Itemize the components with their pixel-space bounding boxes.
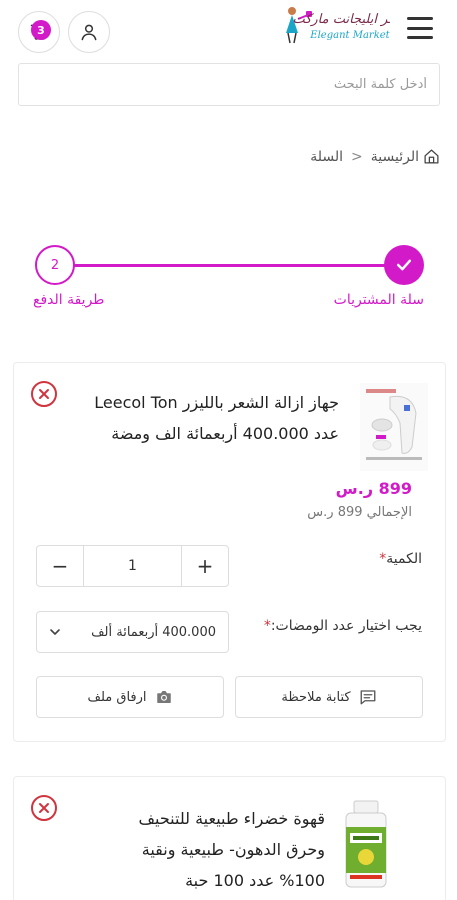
step-2-circle[interactable]: 2 [35,245,75,285]
quantity-label: الكمية* [379,551,422,567]
home-icon [424,149,439,164]
breadcrumb-current: السلة [310,148,344,165]
breadcrumb-separator: < [351,148,363,165]
store-logo[interactable]: متجر ايليجانت ماركت Elegant Market [280,3,408,47]
close-icon [39,389,49,399]
camera-icon [156,691,171,703]
svg-text:متجر ايليجانت ماركت: متجر ايليجانت ماركت [292,12,390,27]
quantity-value[interactable]: 1 [83,546,182,586]
search-input[interactable] [19,64,439,105]
cart-count-badge: 3 [31,20,51,40]
product-title[interactable]: قهوة خضراء طبيعية للتنحيف وحرق الدهون- ط… [95,803,325,896]
quantity-decrease-button[interactable]: − [37,546,83,586]
breadcrumb: الرئيسية < السلة [310,148,440,165]
breadcrumb-home[interactable]: الرئيسية [371,148,440,165]
flash-count-label-text: يجب اختيار عدد الومضات: [270,618,422,634]
product-image[interactable] [360,383,428,471]
checkout-stepper: 2 سلة المشتريات طريقة الدفع [0,240,457,320]
breadcrumb-home-label: الرئيسية [370,148,419,165]
comment-icon [360,690,376,705]
quantity-increase-button[interactable]: + [182,546,228,586]
product-price: 899 ر.س [335,479,412,498]
menu-icon-bar [407,17,433,20]
step-1-circle[interactable] [384,245,424,285]
cart-button[interactable]: 3 [18,11,60,53]
step-1-label: سلة المشتريات [333,292,424,308]
quantity-label-text: الكمية [386,551,422,567]
svg-text:Elegant Market: Elegant Market [309,30,390,41]
check-icon [396,259,412,271]
menu-icon-bar [407,36,433,39]
account-button[interactable] [68,11,110,53]
remove-item-button[interactable] [31,381,57,407]
product-title[interactable]: جهاز ازالة الشعر بالليزر Leecol Ton عدد … [79,387,339,449]
step-2-label: طريقة الدفع [33,292,105,308]
menu-icon-bar [407,26,433,30]
logo-graphic: متجر ايليجانت ماركت Elegant Market [286,7,408,44]
flash-count-label: يجب اختيار عدد الومضات:* [264,618,422,634]
header: 3 متجر ايليجانت ماركت Elegant Market [0,0,457,62]
quantity-stepper: − 1 + [36,545,229,587]
remove-item-button[interactable] [31,795,57,821]
search-box [18,63,440,106]
cart-item: قهوة خضراء طبيعية للتنحيف وحرق الدهون- ط… [13,776,446,900]
attach-file-label: ارفاق ملف [87,689,147,705]
green-coffee-bottle-image [345,800,387,888]
flash-count-value: 400.000 أربعمائة ألف [91,624,216,640]
flash-count-select[interactable]: 400.000 أربعمائة ألف [36,611,229,653]
menu-button[interactable] [405,14,435,42]
product-total: الإجمالي 899 ر.س [307,505,412,520]
attach-file-button[interactable]: ارفاق ملف [36,676,224,718]
write-note-label: كتابة ملاحظة [281,689,351,705]
user-icon [81,24,97,41]
stepper-line [70,264,388,267]
product-image[interactable] [341,799,391,889]
required-mark: * [263,618,271,634]
laser-device-image [360,383,428,471]
chevron-down-icon [50,629,60,635]
cart-item: جهاز ازالة الشعر بالليزر Leecol Ton عدد … [13,362,446,742]
close-icon [39,803,49,813]
write-note-button[interactable]: كتابة ملاحظة [235,676,423,718]
